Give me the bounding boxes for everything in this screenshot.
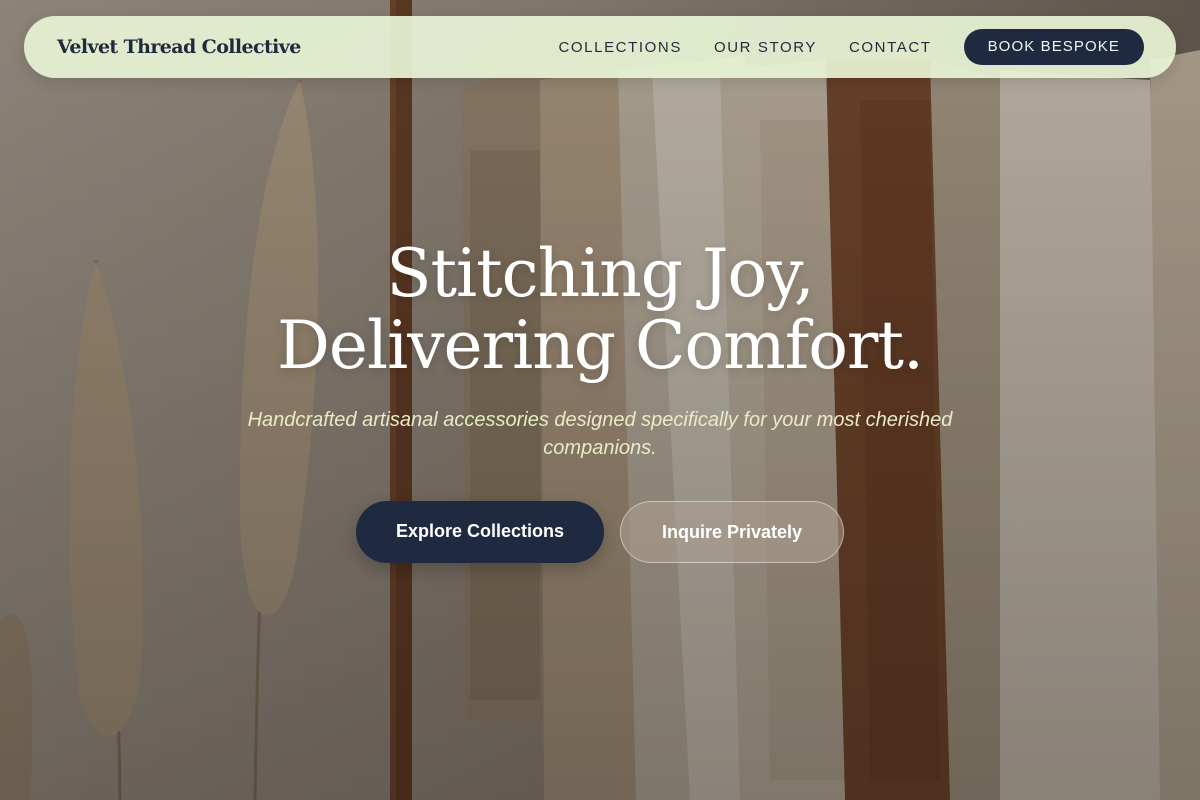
hero-subtitle: Handcrafted artisanal accessories design… <box>247 409 953 459</box>
hero-headline: Stitching Joy, Delivering Comfort. <box>0 238 1200 382</box>
hero-headline-line-2: Delivering Comfort. <box>277 307 924 384</box>
book-bespoke-button[interactable]: BOOK BESPOKE <box>963 29 1144 65</box>
hero-headline-line-1: Stitching Joy, <box>386 235 814 312</box>
explore-collections-button[interactable]: Explore Collections <box>356 501 604 563</box>
inquire-privately-button[interactable]: Inquire Privately <box>620 501 844 563</box>
nav-link-collections[interactable]: COLLECTIONS <box>558 39 681 56</box>
hero-overlay <box>0 0 1200 800</box>
brand-logo[interactable]: Velvet Thread Collective <box>57 36 558 58</box>
nav-link-contact[interactable]: CONTACT <box>849 39 932 56</box>
top-navigation-bar: Velvet Thread Collective COLLECTIONS OUR… <box>24 16 1176 78</box>
nav-links: COLLECTIONS OUR STORY CONTACT BOOK BESPO… <box>558 29 1144 65</box>
hero-section: Velvet Thread Collective COLLECTIONS OUR… <box>0 0 1200 800</box>
nav-link-our-story[interactable]: OUR STORY <box>714 39 817 56</box>
